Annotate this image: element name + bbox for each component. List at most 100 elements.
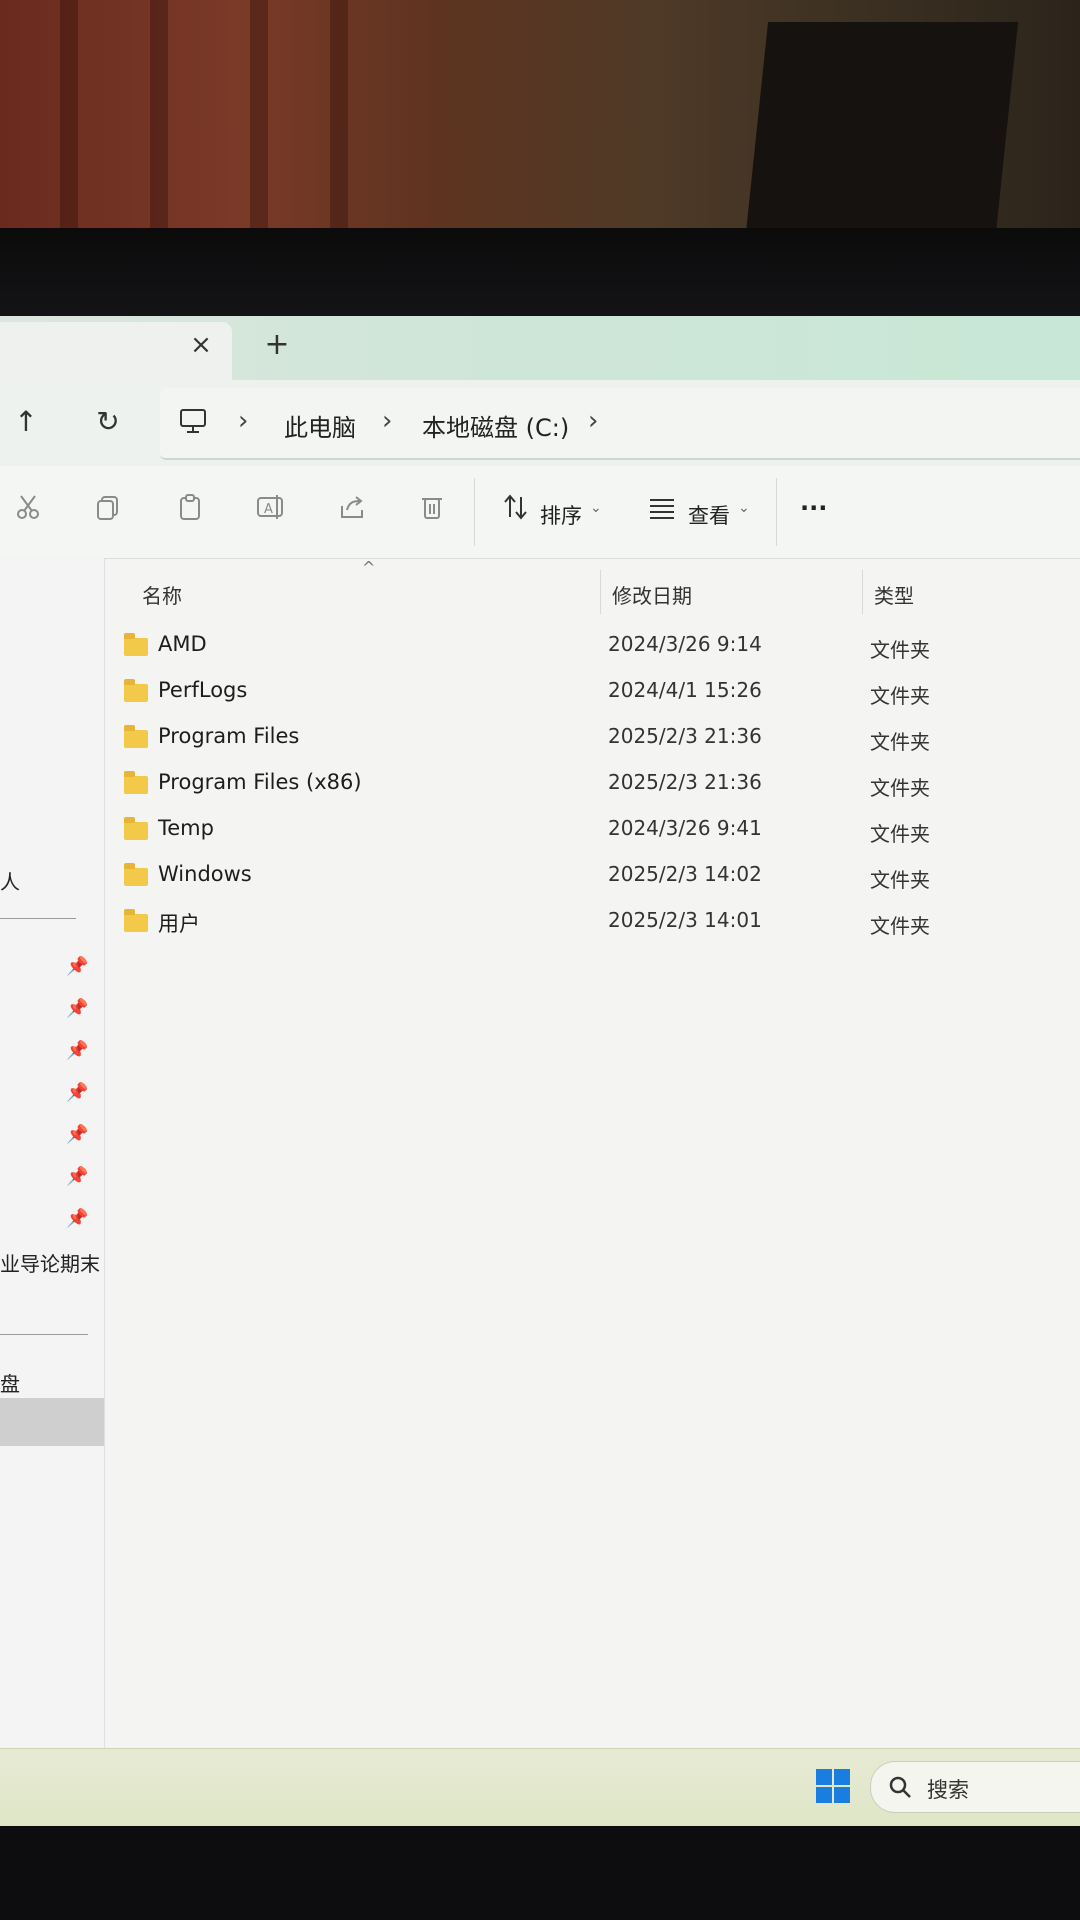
view-button[interactable]: 查看 xyxy=(688,500,730,530)
taskbar-search[interactable]: 搜索 xyxy=(870,1761,1080,1813)
table-row[interactable]: Program Files (x86) 2025/2/3 21:36 文件夹 xyxy=(104,766,1080,806)
pin-icon: 📌 xyxy=(66,998,89,1019)
pin-icon: 📌 xyxy=(66,1040,89,1061)
file-modified: 2025/2/3 14:02 xyxy=(608,862,762,886)
curtain-fold xyxy=(330,0,348,240)
sidebar-item-disk[interactable]: 盘 xyxy=(0,1368,20,1397)
tab-bar: × + xyxy=(0,316,1080,380)
more-options-button[interactable]: ··· xyxy=(800,494,827,522)
breadcrumb-local-disk[interactable]: 本地磁盘 (C:) xyxy=(422,408,569,443)
curtain-fold xyxy=(150,0,168,240)
file-explorer-window: × + ↑ ↻ › 此电脑 › 本地磁盘 (C:) › A 排序 ⌄ 查看 ⌄ … xyxy=(0,316,1080,1826)
copy-icon[interactable] xyxy=(88,492,128,532)
up-arrow-icon[interactable]: ↑ xyxy=(6,402,46,442)
file-name: Program Files (x86) xyxy=(158,770,362,794)
pin-icon: 📌 xyxy=(66,956,89,977)
file-modified: 2024/3/26 9:41 xyxy=(608,816,762,840)
windows-start-icon[interactable] xyxy=(816,1769,850,1803)
folder-icon xyxy=(124,633,148,656)
folder-icon xyxy=(124,771,148,794)
column-header-name[interactable]: 名称 xyxy=(142,580,182,609)
taskbar: 搜索 xyxy=(0,1748,1080,1826)
chevron-right-icon: › xyxy=(382,406,393,436)
chevron-down-icon: ⌄ xyxy=(738,500,750,516)
table-row[interactable]: Windows 2025/2/3 14:02 文件夹 xyxy=(104,858,1080,898)
file-type: 文件夹 xyxy=(870,914,930,938)
sort-button[interactable]: 排序 xyxy=(540,500,582,530)
sidebar-item-course-folder[interactable]: 业导论期末试 xyxy=(0,1248,100,1277)
cut-icon[interactable] xyxy=(8,492,48,532)
sidebar-divider xyxy=(0,918,76,919)
refresh-icon[interactable]: ↻ xyxy=(88,402,128,442)
table-row[interactable]: 用户 2025/2/3 14:01 文件夹 xyxy=(104,904,1080,944)
file-modified: 2025/2/3 21:36 xyxy=(608,770,762,794)
delete-icon[interactable] xyxy=(412,492,452,532)
curtain-fold xyxy=(250,0,268,240)
file-name: PerfLogs xyxy=(158,678,248,702)
file-type: 文件夹 xyxy=(870,868,930,892)
command-bar: A 排序 ⌄ 查看 ⌄ ··· xyxy=(0,466,1080,559)
file-type: 文件夹 xyxy=(870,730,930,754)
folder-icon xyxy=(124,909,148,932)
background-object xyxy=(743,22,1019,252)
svg-text:A: A xyxy=(264,502,273,517)
folder-icon xyxy=(124,725,148,748)
pin-icon: 📌 xyxy=(66,1166,89,1187)
computer-icon xyxy=(180,409,206,433)
column-divider[interactable] xyxy=(600,570,601,614)
column-header-modified[interactable]: 修改日期 xyxy=(612,580,692,609)
file-modified: 2024/3/26 9:14 xyxy=(608,632,762,656)
pin-icon: 📌 xyxy=(66,1082,89,1103)
file-modified: 2024/4/1 15:26 xyxy=(608,678,762,702)
file-type: 文件夹 xyxy=(870,822,930,846)
table-row[interactable]: PerfLogs 2024/4/1 15:26 文件夹 xyxy=(104,674,1080,714)
monitor-bezel-bottom xyxy=(0,1826,1080,1920)
file-name: Program Files xyxy=(158,724,300,748)
chevron-right-icon: › xyxy=(238,406,249,436)
sidebar-item-selected[interactable] xyxy=(0,1398,104,1446)
folder-icon xyxy=(124,679,148,702)
column-divider[interactable] xyxy=(862,570,863,614)
file-modified: 2025/2/3 21:36 xyxy=(608,724,762,748)
file-name: Temp xyxy=(158,816,214,840)
folder-icon xyxy=(124,863,148,886)
share-icon[interactable] xyxy=(332,492,372,532)
close-tab-icon[interactable]: × xyxy=(186,330,216,360)
file-modified: 2025/2/3 14:01 xyxy=(608,908,762,932)
search-icon xyxy=(889,1776,911,1798)
column-header-type[interactable]: 类型 xyxy=(874,580,914,609)
table-row[interactable]: AMD 2024/3/26 9:14 文件夹 xyxy=(104,628,1080,668)
file-list: ^ 名称 修改日期 类型 AMD 2024/3/26 9:14 文件夹 Perf… xyxy=(104,558,1080,1826)
address-bar[interactable]: › 此电脑 › 本地磁盘 (C:) › xyxy=(160,388,1080,460)
view-icon[interactable] xyxy=(642,492,682,532)
sidebar-item-personal[interactable]: 人 xyxy=(0,866,20,895)
file-name: Windows xyxy=(158,862,252,886)
pin-icon: 📌 xyxy=(66,1124,89,1145)
paste-icon[interactable] xyxy=(170,492,210,532)
search-label: 搜索 xyxy=(927,1778,969,1802)
tab-local-disk[interactable]: × xyxy=(0,322,232,380)
sort-icon[interactable] xyxy=(496,492,536,532)
file-type: 文件夹 xyxy=(870,684,930,708)
chevron-right-icon[interactable]: › xyxy=(588,406,598,436)
file-type: 文件夹 xyxy=(870,638,930,662)
table-row[interactable]: Program Files 2025/2/3 21:36 文件夹 xyxy=(104,720,1080,760)
file-name: 用户 xyxy=(158,912,200,936)
folder-icon xyxy=(124,817,148,840)
rename-icon[interactable]: A xyxy=(250,492,290,532)
navigation-bar: ↑ ↻ › 此电脑 › 本地磁盘 (C:) › xyxy=(0,380,1080,466)
sort-ascending-icon: ^ xyxy=(362,558,376,577)
curtain-fold xyxy=(60,0,78,240)
chevron-down-icon: ⌄ xyxy=(590,500,602,516)
table-row[interactable]: Temp 2024/3/26 9:41 文件夹 xyxy=(104,812,1080,852)
new-tab-icon[interactable]: + xyxy=(262,330,292,360)
toolbar-divider xyxy=(776,478,777,546)
monitor-bezel-top xyxy=(0,228,1080,320)
file-type: 文件夹 xyxy=(870,776,930,800)
file-name: AMD xyxy=(158,632,207,656)
sidebar-divider xyxy=(0,1334,88,1335)
toolbar-divider xyxy=(474,478,475,546)
pin-icon: 📌 xyxy=(66,1208,89,1229)
breadcrumb-this-pc[interactable]: 此电脑 xyxy=(284,408,356,443)
navigation-pane: 人 📌 📌 📌 📌 📌 📌 📌 业导论期末试 盘 xyxy=(0,558,105,1826)
